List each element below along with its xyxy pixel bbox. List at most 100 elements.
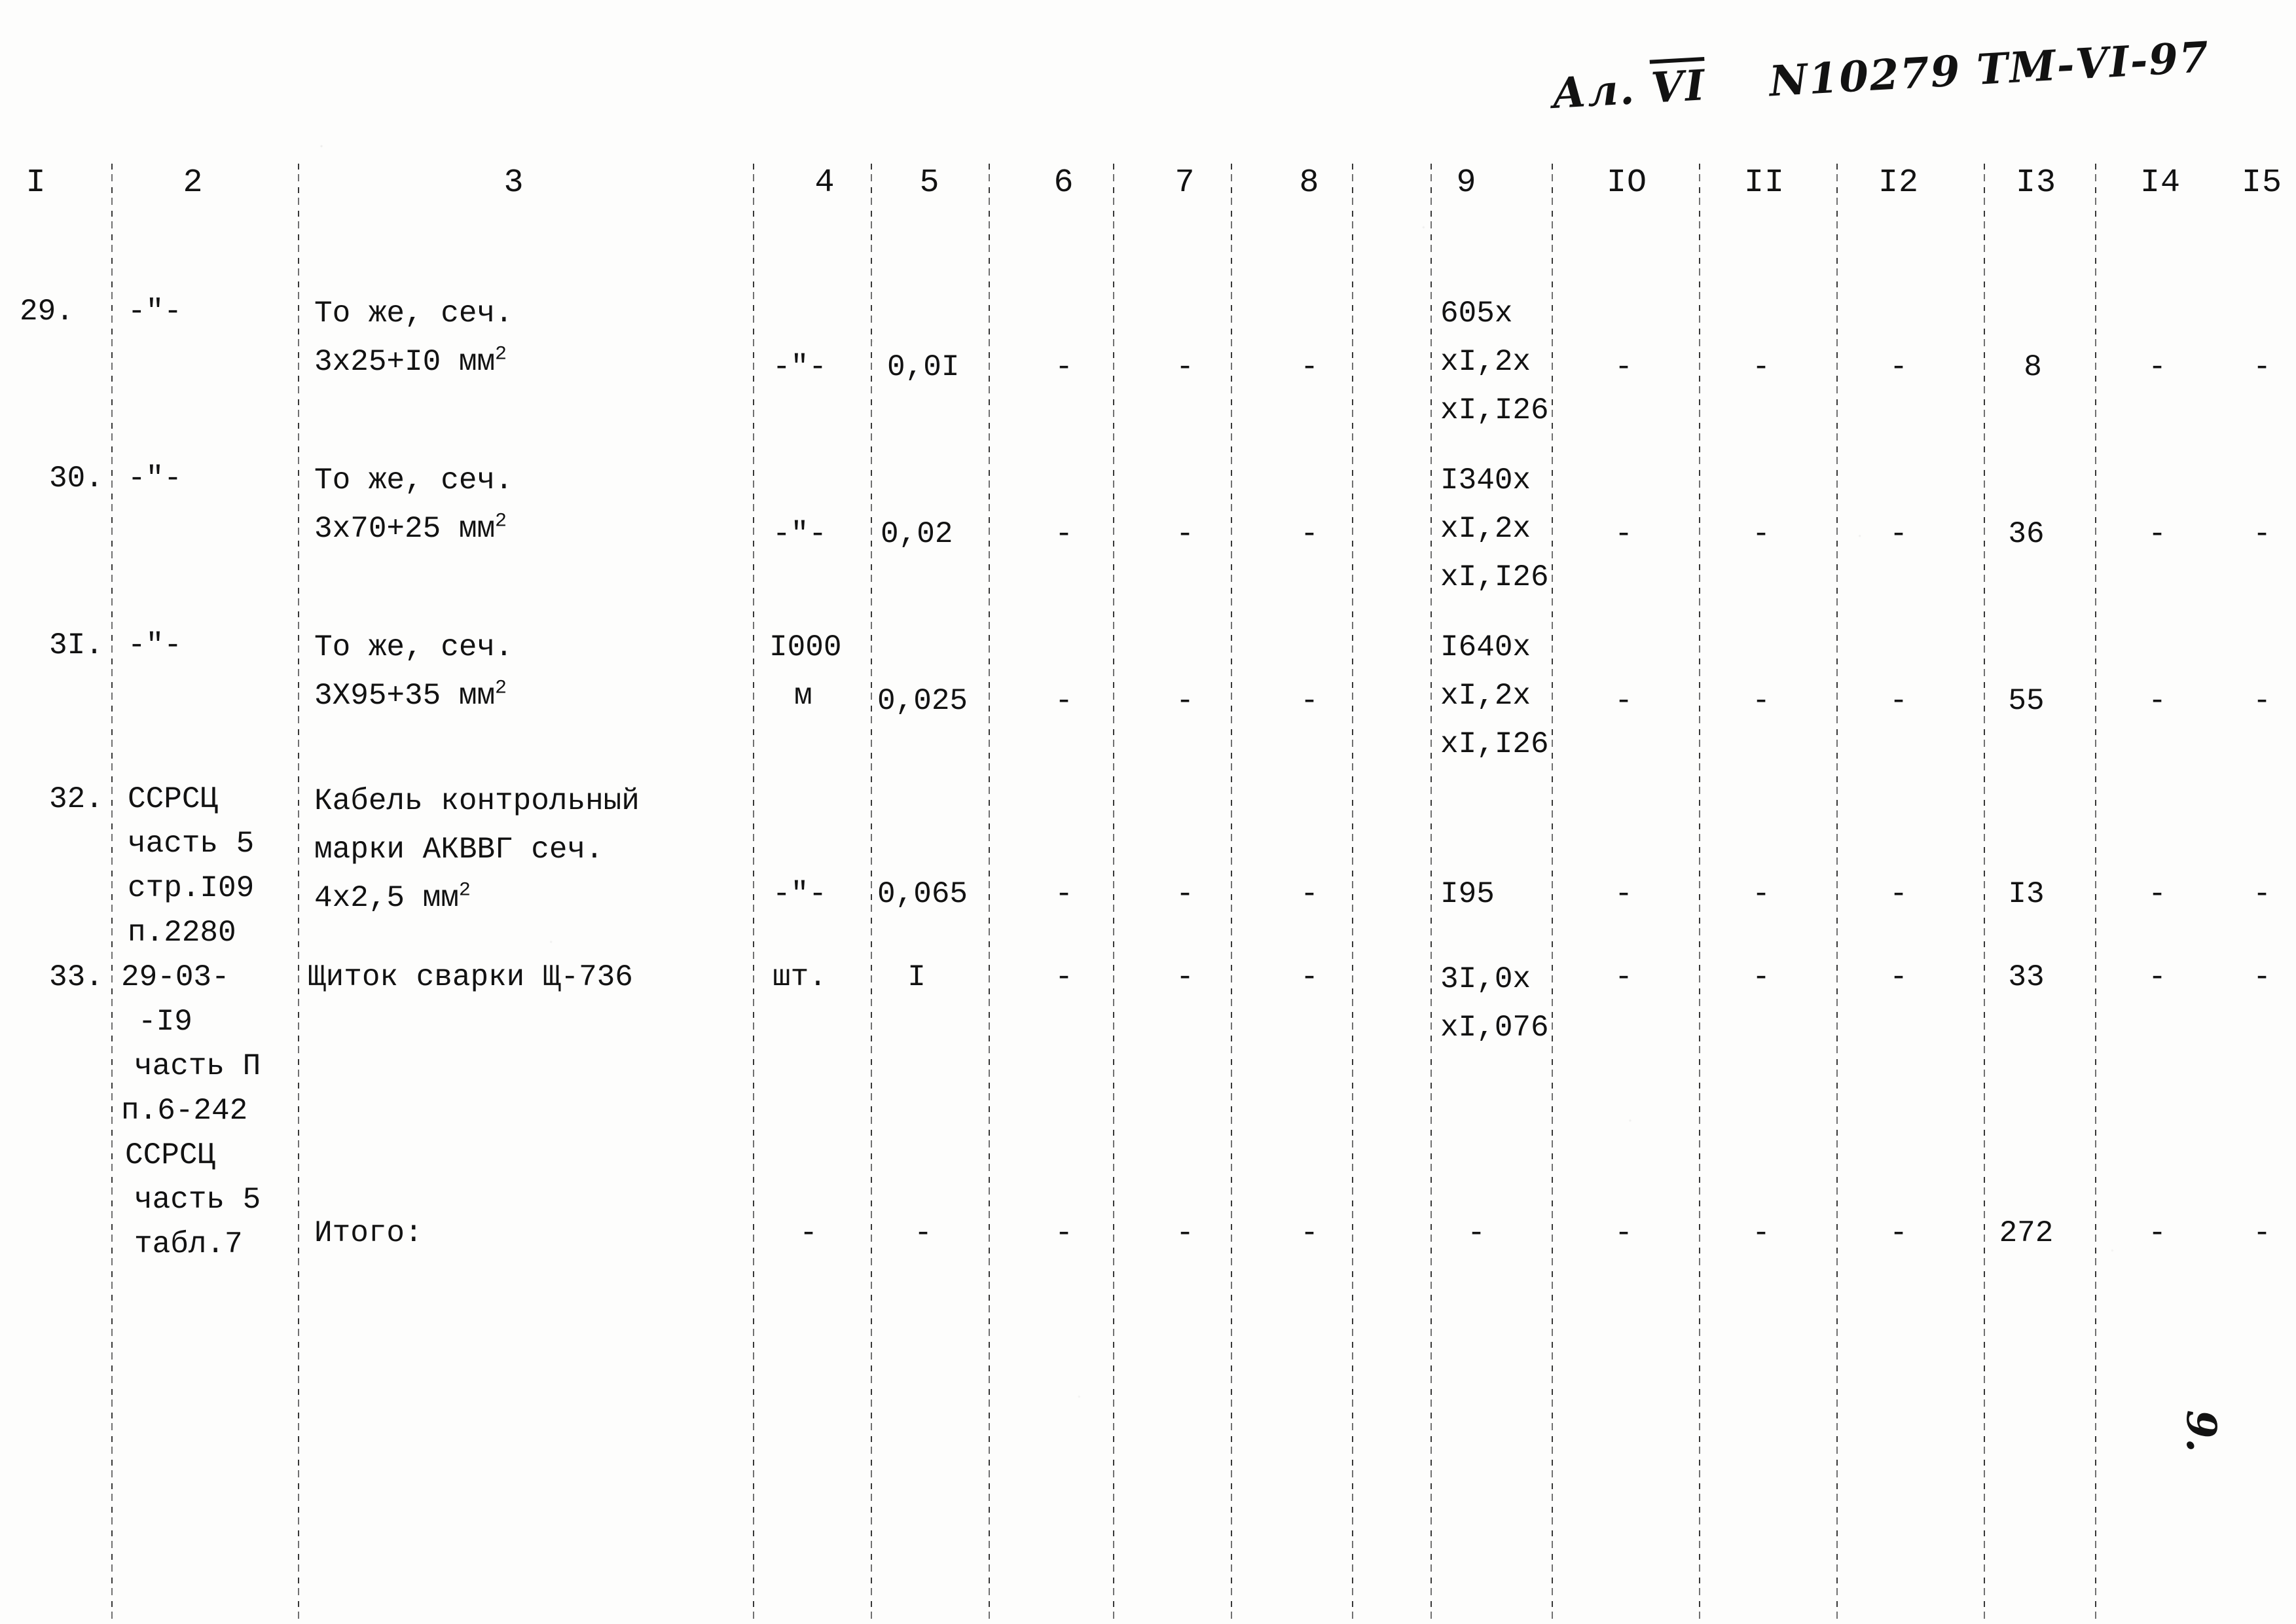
row33-col14-value: -: [2148, 960, 2166, 994]
row29-col14-value: -: [2148, 350, 2166, 384]
column-rule-13: [1984, 164, 1985, 1623]
column-rule-7: [1231, 164, 1232, 1623]
column-header-15: I5: [2241, 164, 2282, 202]
row33-col9-cost: 3I,0х хI,076: [1440, 955, 1549, 1052]
row31-desc-line2: 3Х95+35 мм: [314, 679, 496, 713]
column-header-10: IO: [1606, 164, 1647, 202]
row30-col10-value: -: [1614, 517, 1633, 551]
column-header-3: 3: [503, 164, 524, 202]
row33-col4-unit: шт.: [773, 960, 827, 994]
total-col6-value: -: [1055, 1216, 1073, 1250]
total-col9-value: -: [1467, 1216, 1485, 1250]
column-header-5: 5: [919, 164, 940, 202]
row33-col3-description: Щиток сварки Щ-736: [308, 960, 633, 994]
column-rule-1: [111, 164, 113, 1623]
row33-just-line5: ССРСЦ: [125, 1138, 216, 1172]
row29-col2-justification: -"-: [128, 295, 182, 329]
row29-col6-value: -: [1055, 350, 1073, 384]
column-rule-12: [1836, 164, 1838, 1623]
row32-desc-line1: Кабель контрольный: [314, 784, 640, 818]
row33-col13-value: 33: [2008, 960, 2045, 994]
row31-col12-value: -: [1889, 684, 1908, 718]
row32-desc-superscript: 2: [458, 879, 471, 902]
row33-just-line7: табл.7: [134, 1227, 243, 1261]
column-rule-4: [871, 164, 872, 1623]
row29-cost-line2: хI,2х: [1440, 345, 1531, 379]
row33-col8-value: -: [1300, 960, 1319, 994]
row33-col5-quantity: I: [907, 960, 926, 994]
row29-cost-line1: 605х: [1440, 297, 1513, 331]
row30-cost-line1: I340х: [1440, 463, 1531, 497]
total-col11-value: -: [1752, 1216, 1770, 1250]
row31-cost-line2: хI,2х: [1440, 679, 1531, 713]
row32-col4-unit: -"-: [773, 877, 827, 911]
row30-col1-position: 30.: [49, 461, 103, 496]
total-label: Итого:: [314, 1216, 423, 1250]
row33-col6-value: -: [1055, 960, 1073, 994]
row31-cost-line1: I640х: [1440, 630, 1531, 664]
column-header-4: 4: [814, 164, 835, 202]
column-header-12: I2: [1878, 164, 1919, 202]
total-col10-value: -: [1614, 1216, 1633, 1250]
row32-col14-value: -: [2148, 877, 2166, 911]
row31-col7-value: -: [1176, 684, 1194, 718]
row32-col13-value: I3: [2008, 877, 2045, 911]
row32-col10-value: -: [1614, 877, 1633, 911]
album-roman-numeral: VI: [1649, 61, 1707, 113]
row30-col15-value: -: [2253, 517, 2271, 551]
row30-desc-line2: 3х70+25 мм: [314, 512, 496, 546]
row31-col9-cost: I640х хI,2х хI,I26: [1440, 623, 1549, 768]
row31-desc-superscript: 2: [495, 677, 507, 700]
row30-col4-unit: -"-: [773, 517, 827, 551]
row31-col4-unit: I000 м: [769, 623, 841, 720]
row32-col1-position: 32.: [49, 782, 103, 816]
row32-col8-value: -: [1300, 877, 1319, 911]
row29-col3-description: То же, сеч. 3х25+I0 мм2: [314, 289, 513, 386]
row31-col3-description: То же, сеч. 3Х95+35 мм2: [314, 623, 513, 720]
album-label: Ал.: [1550, 65, 1637, 119]
scanned-document-page: Ал. VI N10279 ТМ-VI-97 9. I 2 3 4 5 6 7 …: [0, 0, 2296, 1624]
row29-col13-value: 8: [2024, 350, 2042, 384]
row30-col13-value: 36: [2008, 517, 2045, 551]
row29-col15-value: -: [2253, 350, 2271, 384]
table-header-row: I 2 3 4 5 6 7 8 9 IO II I2 I3 I4 I5: [0, 0, 2296, 202]
row30-col14-value: -: [2148, 517, 2166, 551]
row33-cost-line2: хI,076: [1440, 1011, 1549, 1045]
row33-col10-value: -: [1614, 960, 1633, 994]
row33-col12-value: -: [1889, 960, 1908, 994]
row33-just-line4: п.6-242: [121, 1094, 248, 1128]
row30-col8-value: -: [1300, 517, 1319, 551]
column-rule-5: [989, 164, 990, 1623]
row33-cost-line1: 3I,0х: [1440, 962, 1531, 996]
row32-col11-value: -: [1752, 877, 1770, 911]
row33-col11-value: -: [1752, 960, 1770, 994]
handwritten-page-number: 9.: [2177, 1410, 2225, 1453]
row31-cost-line3: хI,I26: [1440, 727, 1549, 761]
row31-col5-quantity: 0,025: [877, 684, 968, 718]
row31-col11-value: -: [1752, 684, 1770, 718]
row32-col7-value: -: [1176, 877, 1194, 911]
row31-col6-value: -: [1055, 684, 1073, 718]
column-rule-3: [753, 164, 754, 1623]
total-col14-value: -: [2148, 1216, 2166, 1250]
row32-col3-description: Кабель контрольный марки АКВВГ сеч. 4х2,5 …: [314, 777, 640, 922]
row33-just-line2: -I9: [138, 1005, 192, 1039]
column-header-14: I4: [2140, 164, 2181, 202]
row29-desc-line1: То же, сеч.: [314, 297, 513, 331]
row32-col5-quantity: 0,065: [877, 877, 968, 911]
row32-desc-line3: 4х2,5 мм: [314, 881, 459, 915]
row32-just-line4: п.2280: [128, 916, 236, 950]
row32-just-line2: часть 5: [128, 827, 255, 861]
row32-col9-cost: I95: [1440, 877, 1495, 911]
row33-col1-position: 33.: [49, 960, 103, 994]
row30-col3-description: То же, сеч. 3х70+25 мм2: [314, 456, 513, 553]
row33-col15-value: -: [2253, 960, 2271, 994]
row30-col7-value: -: [1176, 517, 1194, 551]
row30-col9-cost: I340х хI,2х хI,I26: [1440, 456, 1549, 602]
column-header-11: II: [1743, 164, 1785, 202]
row30-cost-line2: хI,2х: [1440, 512, 1531, 546]
total-col5-value: -: [914, 1216, 932, 1250]
row31-col8-value: -: [1300, 684, 1319, 718]
row31-col14-value: -: [2148, 684, 2166, 718]
row31-unit-line1: I000: [769, 630, 842, 664]
